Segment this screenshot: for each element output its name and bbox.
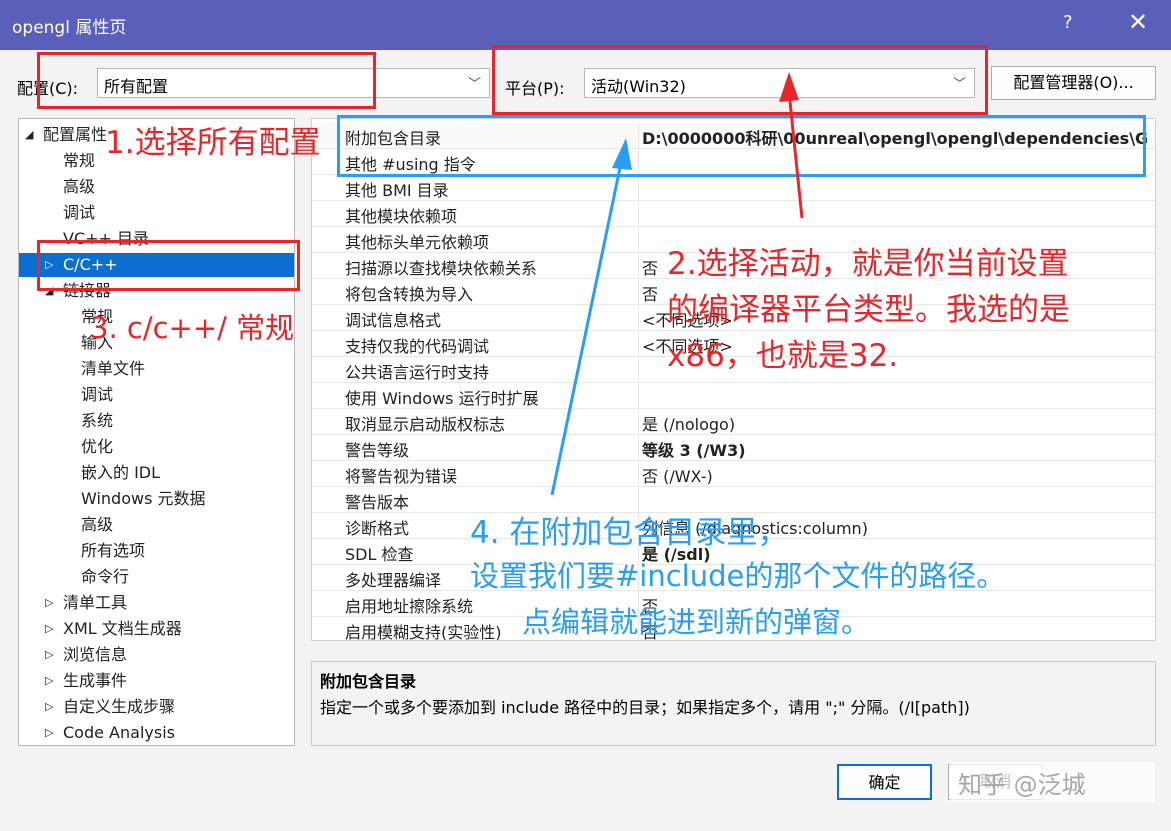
annotation-4-line1: 4. 在附加包含目录里， — [470, 515, 789, 551]
annotation-1: 1.选择所有配置 — [105, 125, 321, 161]
arrow-blue-head — [612, 138, 632, 170]
annotation-4-line3: 点编辑就能进到新的弹窗。 — [522, 605, 871, 639]
annotation-2-line2: 的编译器平台类型。我选的是 — [667, 292, 1070, 328]
arrow-red-head — [779, 72, 799, 102]
annotation-3: 3. c/c++/ 常规 — [90, 311, 295, 345]
arrow-blue — [550, 157, 624, 496]
arrow-red — [787, 91, 804, 219]
annotation-2-line1: 2.选择活动，就是你当前设置 — [667, 246, 1069, 282]
annotation-4-line2: 设置我们要#include的那个文件的路径。 — [470, 559, 1006, 593]
annotation-2-line3: x86，也就是32. — [667, 338, 899, 374]
